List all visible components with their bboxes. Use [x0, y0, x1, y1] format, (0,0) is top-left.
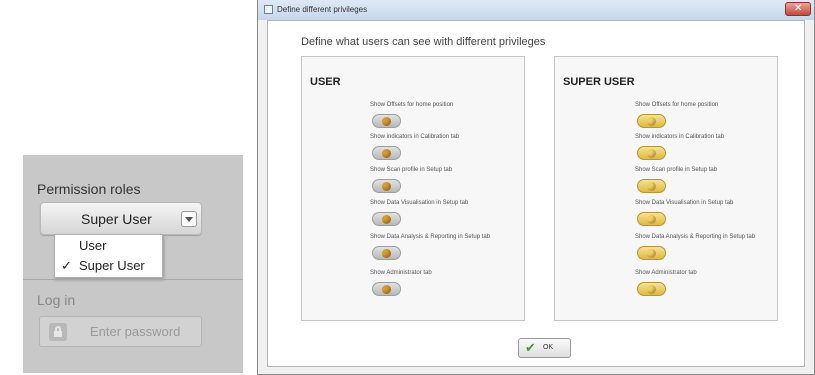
option-label: Show Scan profile in Setup tab — [370, 167, 453, 173]
check-icon: ✓ — [61, 258, 72, 273]
role-option-user[interactable]: User — [55, 236, 162, 256]
lock-icon — [49, 323, 67, 341]
option-label: Show Data Analysis & Reporting in Setup … — [635, 234, 756, 240]
role-option-super-user[interactable]: ✓ Super User — [55, 256, 162, 276]
group-title-user: USER — [310, 76, 341, 88]
toggle-indicators-super-user[interactable] — [637, 146, 666, 160]
permission-roles-label: Permission roles — [37, 181, 141, 197]
option-label: Show Offsets for home position — [370, 102, 454, 108]
option-label: Show Offsets for home position — [635, 102, 719, 108]
option-label: Show Administrator tab — [370, 270, 432, 276]
ok-button[interactable]: ✔ OK — [518, 338, 571, 358]
dialog-title: Define different privileges — [277, 5, 368, 14]
group-title-super-user: SUPER USER — [563, 76, 635, 88]
option-label: Show Data Analysis & Reporting in Setup … — [370, 234, 491, 240]
toggle-scan-profile-super-user[interactable] — [637, 179, 666, 193]
close-icon: ✕ — [794, 3, 803, 14]
toggle-administrator-super-user[interactable] — [637, 282, 666, 296]
option-label: Show indicators in Calibration tab — [370, 134, 460, 140]
option-label: Show Data Visualisation in Setup tab — [370, 200, 469, 206]
divider — [23, 279, 243, 280]
toggle-data-visualisation-super-user[interactable] — [637, 212, 666, 226]
dialog-heading: Define what users can see with different… — [301, 36, 546, 48]
option-label: Show Data Visualisation in Setup tab — [635, 200, 734, 206]
dialog-titlebar[interactable]: Define different privileges ✕ — [258, 0, 814, 20]
role-dropdown-menu: User ✓ Super User — [54, 234, 163, 278]
permission-panel: Permission roles Super User User ✓ Super… — [23, 155, 243, 373]
password-placeholder: Enter password — [90, 324, 181, 339]
option-label: Show Administrator tab — [635, 270, 697, 276]
screen: Permission roles Super User User ✓ Super… — [0, 0, 815, 375]
role-select[interactable]: Super User — [40, 202, 202, 235]
dropdown-arrow-icon[interactable] — [181, 211, 197, 227]
toggle-scan-profile-user[interactable] — [372, 179, 401, 193]
ok-label: OK — [543, 344, 554, 351]
toggle-data-analysis-user[interactable] — [372, 246, 401, 260]
super-user-privileges-group: SUPER USER Show Offsets for home positio… — [554, 56, 778, 321]
toggle-administrator-user[interactable] — [372, 282, 401, 296]
toggle-offsets-super-user[interactable] — [637, 114, 666, 128]
toggle-data-analysis-super-user[interactable] — [637, 246, 666, 260]
option-label: Show indicators in Calibration tab — [635, 134, 725, 140]
toggle-offsets-user[interactable] — [372, 114, 401, 128]
user-privileges-group: USER Show Offsets for home position Show… — [301, 56, 525, 321]
login-label: Log in — [37, 292, 76, 308]
option-label: Show Scan profile in Setup tab — [635, 167, 718, 173]
toggle-data-visualisation-user[interactable] — [372, 212, 401, 226]
password-input[interactable]: Enter password — [39, 316, 202, 347]
close-button[interactable]: ✕ — [785, 2, 811, 16]
dialog-body: Define what users can see with different… — [267, 20, 805, 367]
role-option-label: User — [79, 238, 107, 253]
privileges-dialog: Define different privileges ✕ Define wha… — [257, 0, 815, 375]
role-select-value: Super User — [81, 211, 152, 227]
toggle-indicators-user[interactable] — [372, 146, 401, 160]
check-icon: ✔ — [525, 340, 536, 355]
role-option-label: Super User — [79, 258, 145, 273]
window-icon — [264, 5, 273, 14]
